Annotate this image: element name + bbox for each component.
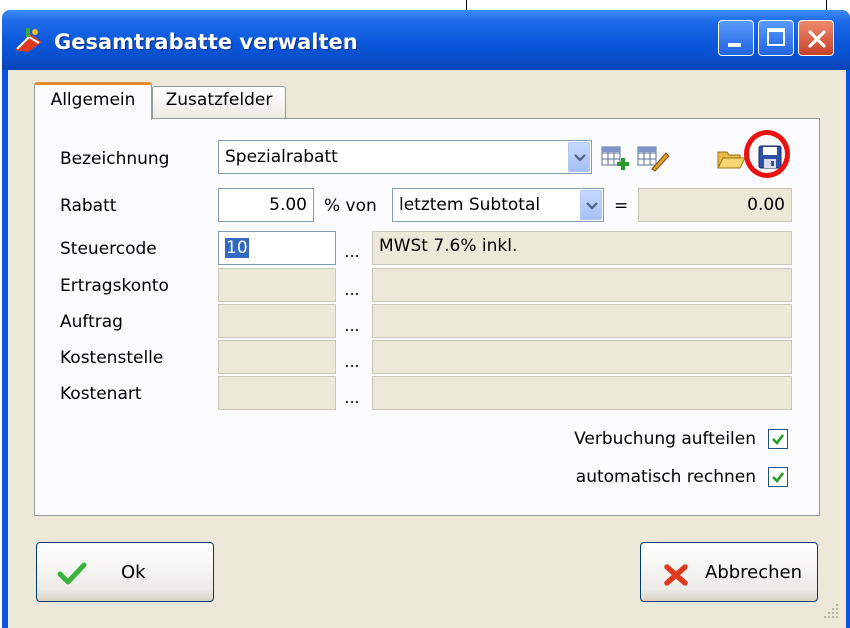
cancel-button[interactable]: Abbrechen xyxy=(640,542,818,602)
kostenart-description xyxy=(372,376,792,410)
kostenstelle-lookup-button[interactable]: ... xyxy=(342,350,362,374)
kostenart-lookup-button[interactable]: ... xyxy=(342,386,362,410)
maximize-button[interactable] xyxy=(758,20,794,56)
ok-button[interactable]: Ok xyxy=(36,542,214,602)
resize-grip-icon[interactable] xyxy=(820,600,840,620)
cancel-label: Abbrechen xyxy=(705,562,803,583)
bezeichnung-value: Spezialrabatt xyxy=(225,147,338,167)
check-icon xyxy=(772,434,785,445)
prozent-von-label: % von xyxy=(324,196,377,216)
basis-value: letztem Subtotal xyxy=(399,195,541,215)
steuercode-description: MWSt 7.6% inkl. xyxy=(372,231,792,265)
check-icon xyxy=(772,472,785,483)
add-record-icon[interactable] xyxy=(600,144,630,172)
steuercode-label: Steuercode xyxy=(60,239,157,259)
automatisch-label: automatisch rechnen xyxy=(575,467,756,487)
kostenart-input xyxy=(218,376,336,410)
basis-combo[interactable]: letztem Subtotal xyxy=(392,188,604,222)
minimize-icon xyxy=(728,43,741,47)
steuercode-value: 10 xyxy=(225,238,249,258)
cancel-x-icon xyxy=(664,564,688,586)
auftrag-lookup-button[interactable]: ... xyxy=(342,314,362,338)
verbuchung-label: Verbuchung aufteilen xyxy=(574,429,756,449)
ertragskonto-input xyxy=(218,268,336,302)
kostenstelle-input xyxy=(218,340,336,374)
auftrag-label: Auftrag xyxy=(60,312,123,332)
bezeichnung-dropdown-button[interactable] xyxy=(568,142,590,172)
tab-zusatzfelder[interactable]: Zusatzfelder xyxy=(152,86,286,118)
open-folder-icon[interactable] xyxy=(716,144,746,172)
annotation-circle xyxy=(744,130,790,178)
close-button[interactable] xyxy=(798,20,834,56)
tab-label: Zusatzfelder xyxy=(165,90,273,110)
ertragskonto-description xyxy=(372,268,792,302)
chevron-down-icon xyxy=(586,202,598,210)
kostenstelle-label: Kostenstelle xyxy=(60,348,164,368)
auftrag-input xyxy=(218,304,336,338)
steuercode-lookup-button[interactable]: ... xyxy=(342,240,362,264)
ok-label: Ok xyxy=(121,562,146,583)
window-title: Gesamtrabatte verwalten xyxy=(54,30,358,54)
minimize-button[interactable] xyxy=(718,20,754,56)
tab-label: Allgemein xyxy=(50,90,136,110)
tab-allgemein[interactable]: Allgemein xyxy=(34,82,152,120)
basis-dropdown-button[interactable] xyxy=(580,190,602,220)
edit-record-icon[interactable] xyxy=(636,144,670,172)
result-field: 0.00 xyxy=(638,188,792,222)
ertragskonto-lookup-button[interactable]: ... xyxy=(342,278,362,302)
app-icon xyxy=(12,28,46,54)
rabatt-input[interactable]: 5.00 xyxy=(218,188,314,222)
ertragskonto-label: Ertragskonto xyxy=(60,276,169,296)
steuercode-input[interactable]: 10 xyxy=(218,231,336,265)
kostenstelle-description xyxy=(372,340,792,374)
bezeichnung-label: Bezeichnung xyxy=(60,149,170,169)
close-icon xyxy=(808,30,826,48)
auftrag-description xyxy=(372,304,792,338)
chevron-down-icon xyxy=(574,154,586,162)
bezeichnung-combo[interactable]: Spezialrabatt xyxy=(218,140,592,174)
checkmark-icon xyxy=(57,562,87,585)
equals-sign: = xyxy=(614,196,629,216)
verbuchung-checkbox[interactable] xyxy=(768,429,788,449)
rabatt-label: Rabatt xyxy=(60,196,117,216)
maximize-icon xyxy=(767,28,785,46)
kostenart-label: Kostenart xyxy=(60,384,142,404)
automatisch-checkbox[interactable] xyxy=(768,467,788,487)
